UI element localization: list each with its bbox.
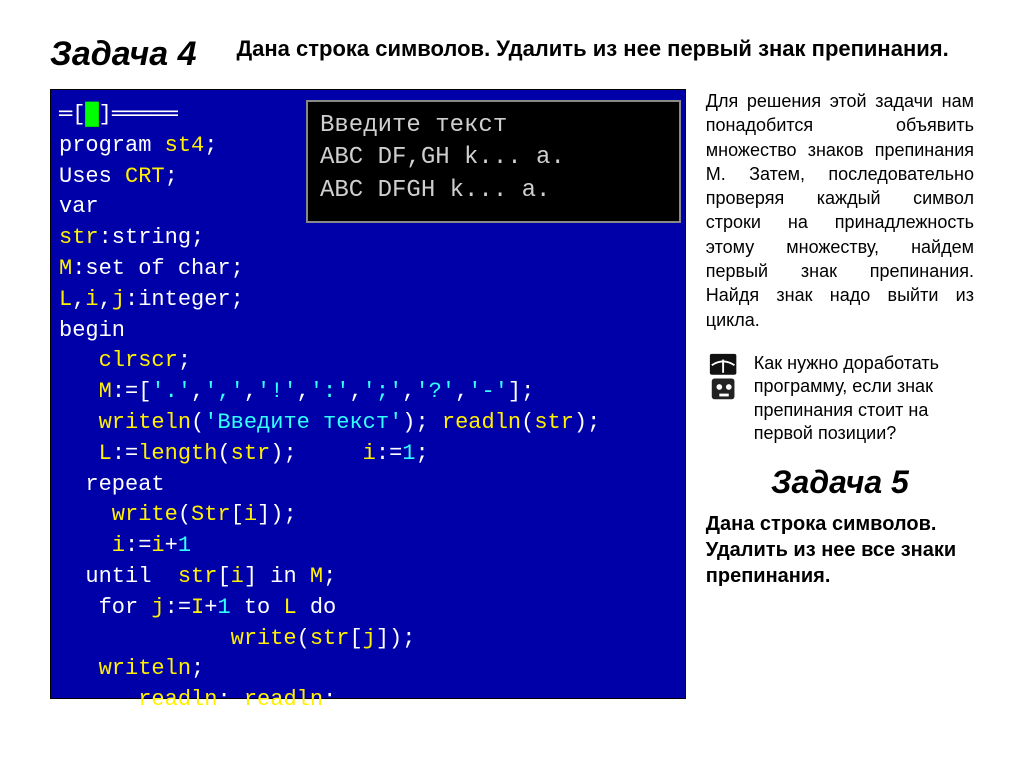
book-question-icon [706, 352, 744, 409]
task5-desc: Дана строка символов. Удалить из нее все… [706, 511, 974, 589]
header-row: Задача 4 Дана строка символов. Удалить и… [50, 35, 974, 74]
left-column: ═[█]═════program st4;Uses CRT;varstr:str… [50, 89, 686, 699]
note-text: Как нужно доработать программу, если зна… [754, 352, 974, 446]
task4-title: Задача 4 [50, 35, 196, 74]
code-window: ═[█]═════program st4;Uses CRT;varstr:str… [50, 89, 686, 699]
note-row: Как нужно доработать программу, если зна… [706, 352, 974, 446]
output-window: Введите текст ABC DF,GH k... a. ABC DFGH… [306, 100, 681, 223]
right-column: Для решения этой задачи нам понадобится … [706, 89, 974, 699]
task5-title: Задача 5 [706, 464, 974, 501]
task4-desc: Дана строка символов. Удалить из нее пер… [236, 35, 948, 64]
explanation-text: Для решения этой задачи нам понадобится … [706, 89, 974, 332]
main-row: ═[█]═════program st4;Uses CRT;varstr:str… [50, 89, 974, 699]
